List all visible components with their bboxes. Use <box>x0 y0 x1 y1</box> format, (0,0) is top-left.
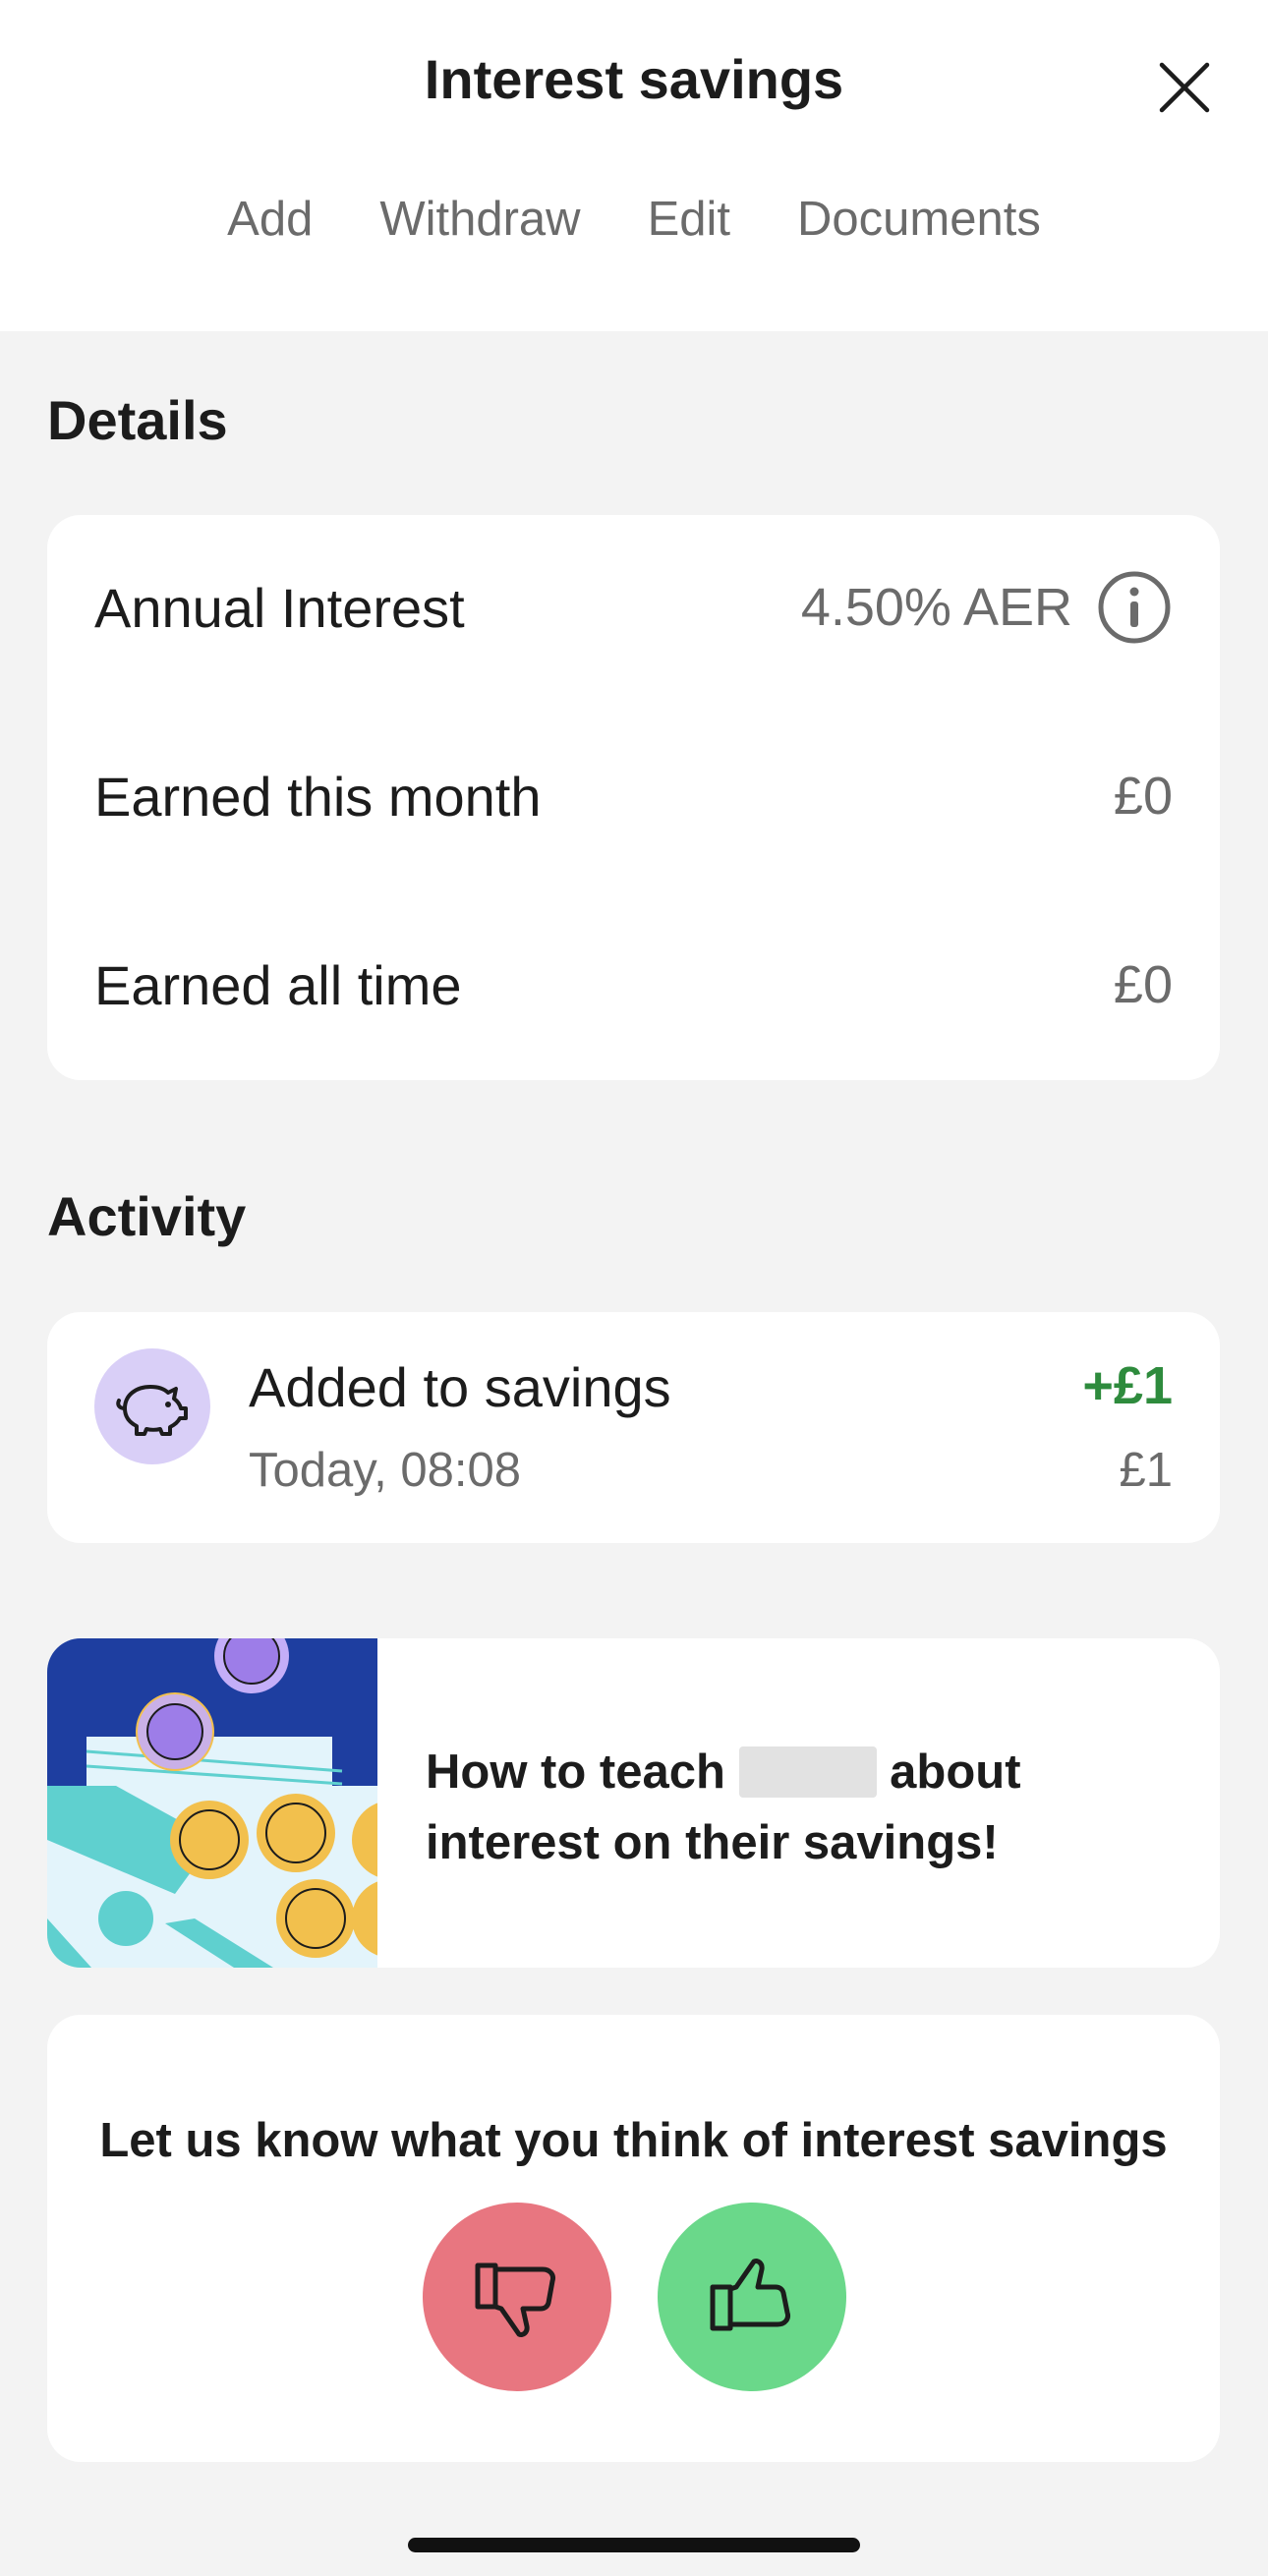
earned-month-label: Earned this month <box>94 765 542 828</box>
annual-interest-value: 4.50% AER <box>800 578 1072 637</box>
tab-withdraw[interactable]: Withdraw <box>379 192 580 247</box>
earned-all-time-row: Earned all time £0 <box>94 945 1173 1024</box>
redacted-name <box>738 1746 877 1798</box>
feedback-card: Let us know what you think of interest s… <box>47 2015 1220 2462</box>
top-bar: Interest savings Add Withdraw Edit Docum… <box>0 0 1268 331</box>
earned-month-row: Earned this month £0 <box>94 757 1173 835</box>
tab-add[interactable]: Add <box>227 192 313 247</box>
close-button[interactable] <box>1152 55 1217 120</box>
dislike-button[interactable] <box>423 2203 611 2391</box>
details-card: Annual Interest 4.50% AER Earned this mo… <box>47 515 1220 1080</box>
article-text-line2: interest on their savings! <box>426 1816 999 1869</box>
activity-title: Added to savings <box>249 1356 671 1418</box>
article-text-part2: about <box>890 1746 1021 1799</box>
info-icon[interactable] <box>1096 569 1173 646</box>
details-heading: Details <box>47 389 228 451</box>
tab-edit[interactable]: Edit <box>648 192 730 247</box>
activity-item[interactable]: Added to savings Today, 08:08 +£1 £1 <box>47 1312 1220 1543</box>
page-title: Interest savings <box>424 48 844 110</box>
home-indicator[interactable] <box>408 2538 860 2552</box>
thumbs-down-icon <box>475 2262 555 2337</box>
like-button[interactable] <box>658 2203 846 2391</box>
activity-amount: +£1 <box>1082 1356 1173 1415</box>
activity-heading: Activity <box>47 1185 247 1247</box>
earned-all-time-value: £0 <box>1113 955 1173 1014</box>
activity-balance: £1 <box>1119 1444 1173 1497</box>
article-title: How to teach about interest on their sav… <box>426 1737 1173 1878</box>
article-text-part1: How to teach <box>426 1746 725 1799</box>
article-card[interactable]: How to teach about interest on their sav… <box>47 1638 1220 1968</box>
activity-time: Today, 08:08 <box>249 1444 521 1497</box>
activity-avatar <box>94 1348 210 1464</box>
article-illustration <box>47 1638 377 1968</box>
earned-all-time-label: Earned all time <box>94 953 462 1016</box>
annual-interest-value-group: 4.50% AER <box>801 569 1173 646</box>
earned-month-value: £0 <box>1113 767 1173 826</box>
annual-interest-row: Annual Interest 4.50% AER <box>94 568 1173 647</box>
feedback-prompt: Let us know what you think of interest s… <box>99 2114 1168 2167</box>
piggy-bank-icon <box>116 1385 188 1436</box>
close-icon[interactable] <box>1152 55 1217 120</box>
thumbs-up-icon <box>710 2259 790 2331</box>
action-tabs: Add Withdraw Edit Documents <box>0 192 1268 247</box>
annual-interest-label: Annual Interest <box>94 576 465 639</box>
tab-documents[interactable]: Documents <box>797 192 1041 247</box>
